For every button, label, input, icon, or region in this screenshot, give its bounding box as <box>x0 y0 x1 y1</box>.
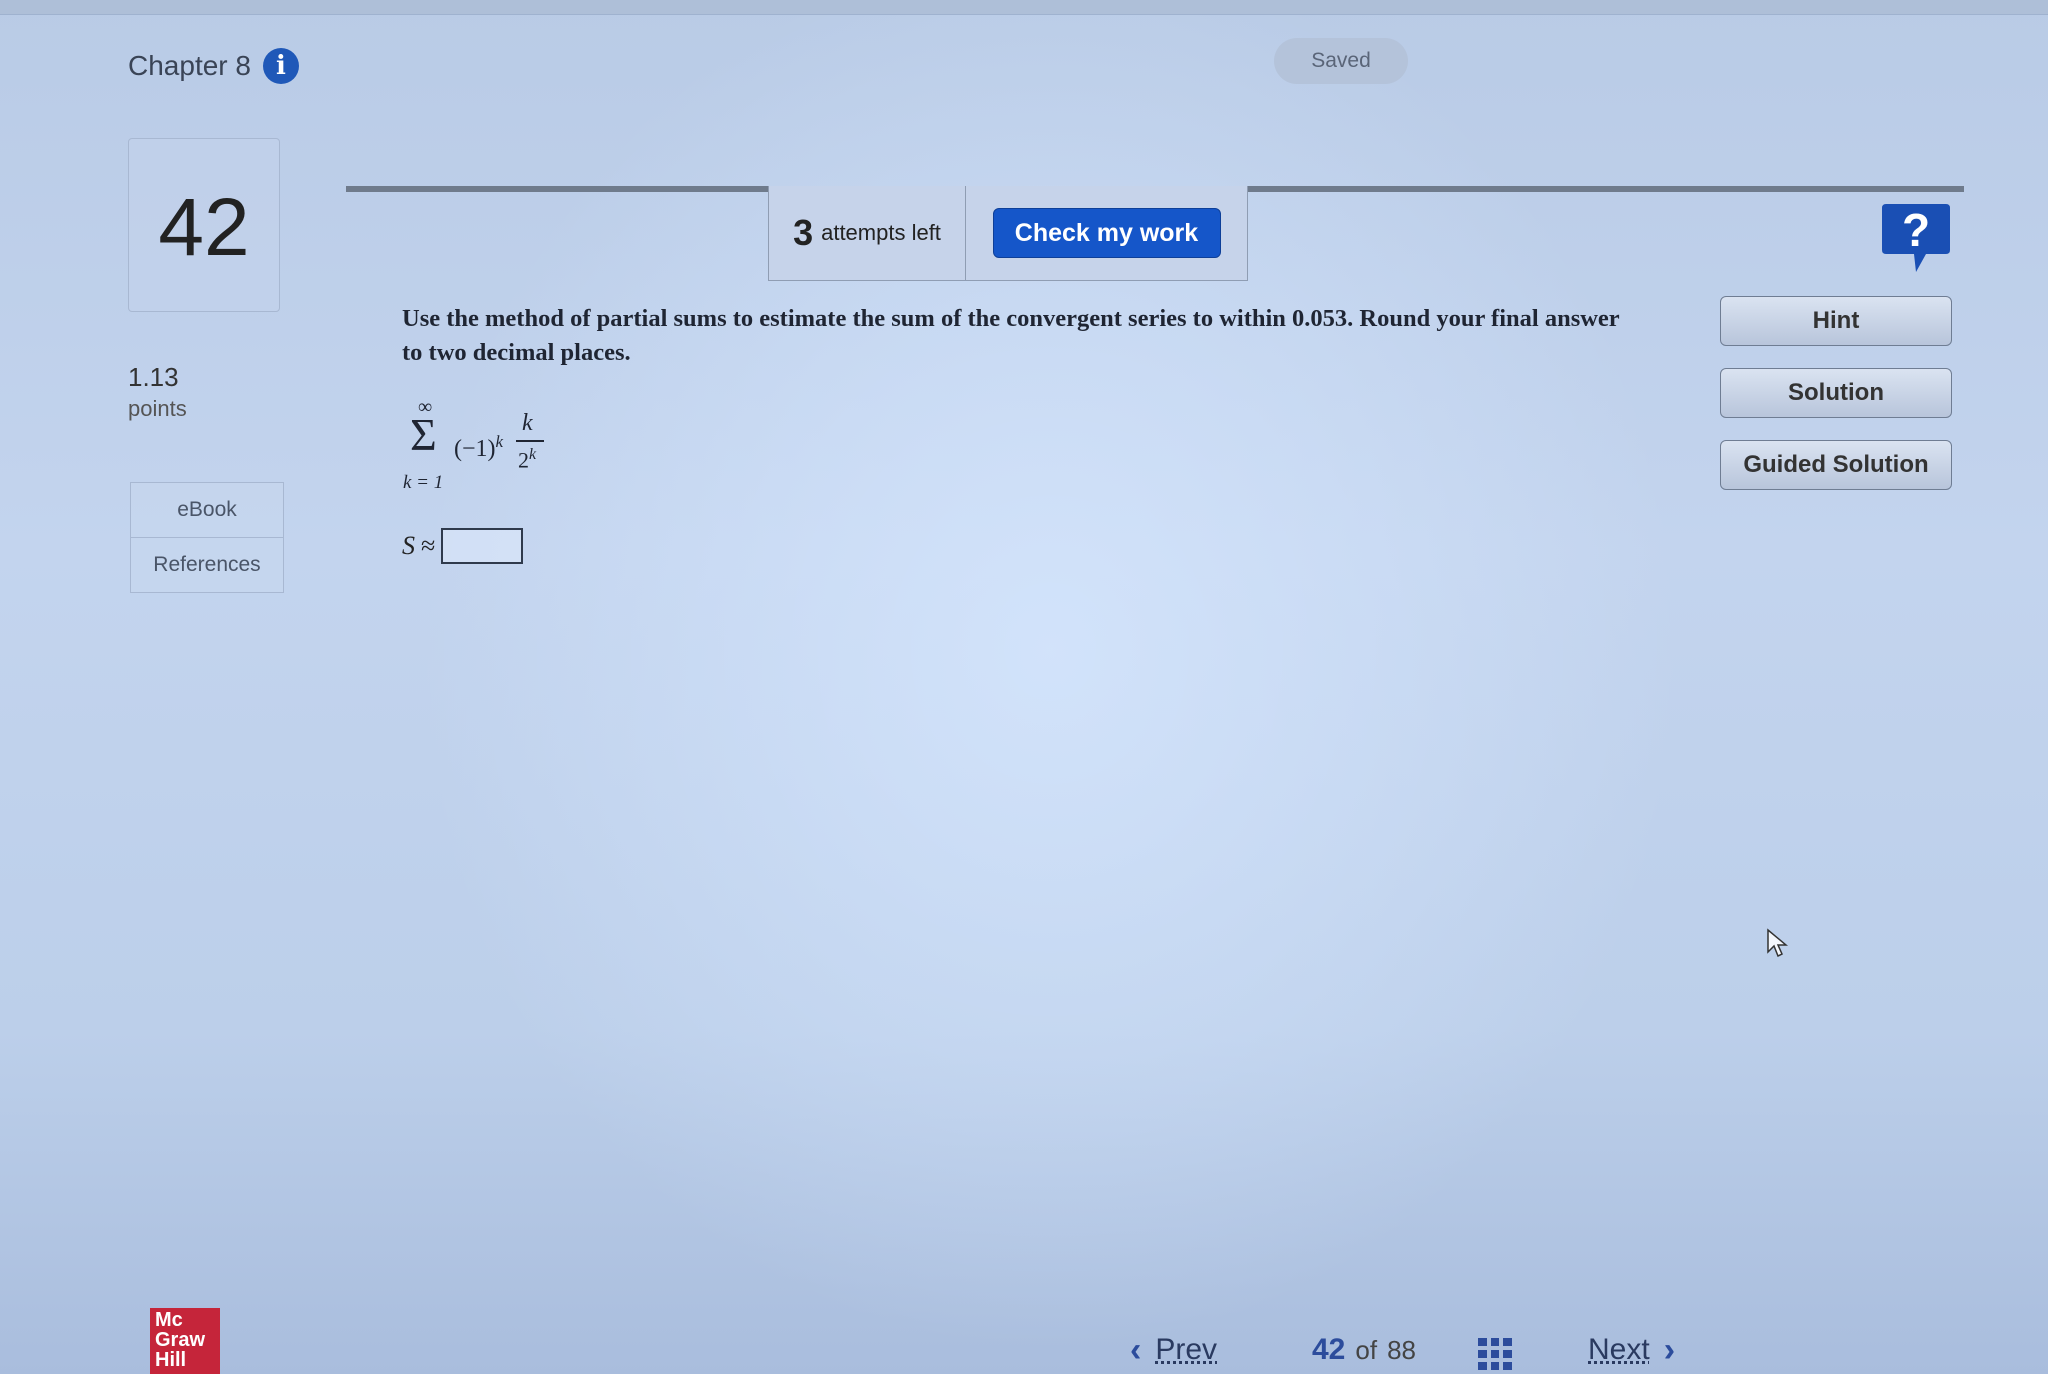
fraction-bar <box>516 440 544 442</box>
mcgraw-hill-logo: Mc Graw Hill <box>150 1308 220 1374</box>
page-counter: 42 of 88 <box>1312 1326 1416 1374</box>
mouse-pointer-icon <box>1767 928 1788 958</box>
points-value: 1.13 <box>128 362 179 392</box>
prev-button[interactable]: ‹ Prev <box>1130 1326 1217 1374</box>
chapter-title: Chapter 8 i <box>128 48 299 84</box>
series-term: (−1)k <box>454 432 504 462</box>
next-label: Next <box>1588 1333 1650 1366</box>
attempts-label: attempts left <box>821 220 941 245</box>
points-label: points <box>128 396 187 421</box>
total-questions: 88 <box>1387 1334 1416 1365</box>
info-icon[interactable]: i <box>262 48 299 84</box>
answer-input[interactable] <box>441 528 524 564</box>
sigma-symbol: Σ <box>410 409 437 460</box>
of-label: of <box>1355 1334 1378 1365</box>
references-link[interactable]: References <box>131 537 283 592</box>
prev-label: Prev <box>1155 1333 1218 1366</box>
resource-links: eBook References <box>130 482 284 593</box>
chevron-right-icon: › <box>1663 1330 1676 1369</box>
guided-solution-button[interactable]: Guided Solution <box>1720 440 1952 490</box>
series-expression: ∞ Σ k = 1 (−1)k k 2k <box>402 396 582 496</box>
attempts-panel: 3 attempts left Check my work <box>768 186 1248 281</box>
attempts-counter: 3 attempts left <box>769 186 966 280</box>
answer-row: S ≈ <box>402 528 524 564</box>
question-text: Use the method of partial sums to estima… <box>402 305 1620 366</box>
approx-symbol: ≈ <box>421 531 436 560</box>
check-my-work-button[interactable]: Check my work <box>992 208 1221 258</box>
hint-button[interactable]: Hint <box>1720 296 1952 346</box>
saved-status-badge: Saved <box>1274 38 1408 84</box>
question-number: 42 <box>158 182 250 273</box>
answer-label: S <box>402 531 415 560</box>
chevron-left-icon: ‹ <box>1130 1330 1142 1369</box>
svg-text:?: ? <box>1902 204 1930 256</box>
grid-icon[interactable] <box>1478 1338 1512 1370</box>
question-mark-icon[interactable]: ? <box>1880 200 1952 276</box>
fraction-numerator: k <box>522 410 533 436</box>
solution-button[interactable]: Solution <box>1720 368 1952 418</box>
next-button[interactable]: Next › <box>1588 1326 1675 1374</box>
question-number-box: 42 <box>128 138 280 312</box>
sum-lower-limit: k = 1 <box>403 472 444 493</box>
current-question: 42 <box>1312 1333 1346 1366</box>
attempts-count: 3 <box>793 212 814 253</box>
top-bar <box>0 0 2048 15</box>
ebook-link[interactable]: eBook <box>131 483 283 537</box>
chapter-label: Chapter 8 <box>128 50 251 81</box>
fraction-denominator: 2k <box>518 446 537 473</box>
